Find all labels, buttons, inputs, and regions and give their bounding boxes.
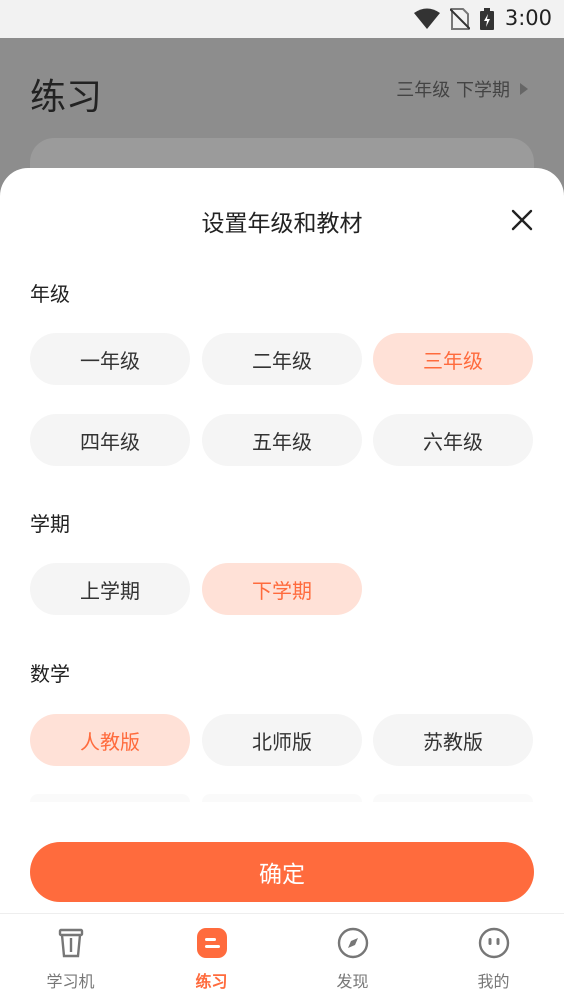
grade-textbook-sheet: 设置年级和教材 年级 一年级 二年级 三年级 四年级 五年级 六年级 学期 上学…	[0, 168, 564, 1002]
grade-option[interactable]: 二年级	[202, 333, 362, 385]
textbook-option-selected[interactable]: 人教版	[30, 714, 190, 766]
wifi-icon	[414, 8, 440, 29]
textbook-option-partial[interactable]	[30, 794, 190, 802]
tab-learning-machine[interactable]: 学习机	[0, 926, 141, 992]
tab-label: 发现	[336, 972, 369, 991]
textbook-option[interactable]: 苏教版	[373, 714, 533, 766]
term-option-selected[interactable]: 下学期	[202, 563, 362, 615]
no-sim-icon	[450, 8, 470, 30]
tab-label: 我的	[477, 972, 510, 991]
grade-section-label: 年级	[30, 282, 70, 306]
term-option[interactable]: 上学期	[30, 563, 190, 615]
term-section-label: 学期	[30, 512, 70, 536]
grade-option[interactable]: 一年级	[30, 333, 190, 385]
textbook-option[interactable]: 北师版	[202, 714, 362, 766]
caret-right-icon	[520, 83, 528, 95]
textbook-option-partial[interactable]	[373, 794, 533, 802]
close-icon[interactable]	[510, 208, 534, 232]
page-title: 练习	[30, 77, 103, 118]
grade-term-selector[interactable]: 三年级 下学期	[396, 76, 528, 102]
compass-icon	[337, 927, 368, 959]
grade-option-selected[interactable]: 三年级	[373, 333, 533, 385]
tab-mine[interactable]: 我的	[423, 926, 564, 992]
cup-icon	[58, 928, 83, 958]
bottom-tab-bar: 学习机 练习 发现 我的	[0, 913, 564, 1002]
confirm-button[interactable]: 确定	[30, 842, 534, 902]
tab-practice[interactable]: 练习	[141, 926, 282, 992]
grade-option[interactable]: 四年级	[30, 414, 190, 466]
smiley-icon	[478, 927, 509, 959]
status-bar: 3:00	[0, 0, 564, 38]
practice-icon	[196, 928, 227, 958]
textbook-option-partial[interactable]	[202, 794, 362, 802]
math-section-label: 数学	[30, 662, 70, 686]
status-icons	[414, 8, 494, 30]
grade-term-label: 三年级 下学期	[396, 80, 510, 101]
tab-label: 练习	[195, 972, 228, 991]
grade-option[interactable]: 六年级	[373, 414, 533, 466]
sheet-title: 设置年级和教材	[201, 211, 363, 237]
tab-label: 学习机	[46, 972, 95, 991]
tab-discover[interactable]: 发现	[282, 926, 423, 992]
battery-charging-icon	[480, 8, 494, 30]
grade-option[interactable]: 五年级	[202, 414, 362, 466]
status-time: 3:00	[504, 6, 552, 30]
